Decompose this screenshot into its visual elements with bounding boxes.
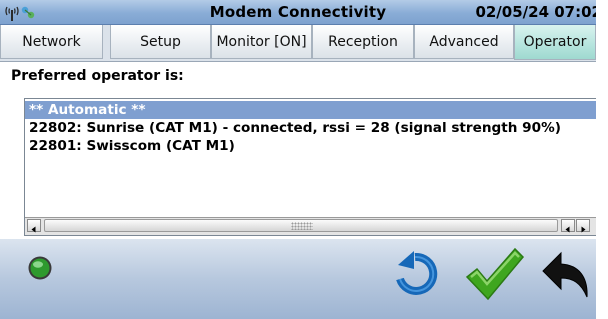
tab-operator[interactable]: Operator — [514, 25, 596, 60]
scroll-left-icon — [565, 226, 570, 233]
scroll-left-icon — [31, 226, 36, 233]
operator-item-sunrise[interactable]: 22802: Sunrise (CAT M1) - connected, rss… — [29, 119, 561, 137]
scroll-right-button[interactable] — [576, 219, 590, 233]
tab-setup[interactable]: Setup — [110, 25, 211, 59]
tab-reception[interactable]: Reception — [312, 25, 414, 59]
scroll-left-button-right[interactable] — [561, 219, 575, 233]
scroll-right-icon — [581, 226, 586, 233]
horizontal-scrollbar[interactable] — [25, 217, 596, 235]
checkmark-icon[interactable] — [463, 245, 525, 303]
tab-monitor[interactable]: Monitor [ON] — [211, 25, 312, 59]
title-bar: Modem Connectivity 02/05/24 07:02 — [0, 0, 596, 25]
tab-advanced[interactable]: Advanced — [414, 25, 514, 59]
tab-bar: Network Setup Monitor [ON] Reception Adv… — [0, 25, 596, 62]
bottom-toolbar — [0, 239, 596, 319]
status-led-icon — [28, 256, 52, 280]
scrollbar-thumb[interactable] — [44, 219, 558, 232]
operator-item-automatic[interactable]: ** Automatic ** — [25, 101, 596, 119]
operator-list[interactable]: ** Automatic ** 22802: Sunrise (CAT M1) … — [24, 98, 596, 236]
tab-network[interactable]: Network — [0, 25, 103, 59]
scrollbar-grip — [291, 222, 313, 230]
datetime-display: 02/05/24 07:02 — [475, 3, 596, 21]
preferred-operator-label: Preferred operator is: — [11, 68, 184, 84]
refresh-icon[interactable] — [392, 251, 438, 297]
scroll-left-button[interactable] — [27, 219, 41, 233]
modem-connectivity-screen: Modem Connectivity 02/05/24 07:02 Networ… — [0, 0, 596, 319]
back-arrow-icon[interactable] — [541, 251, 593, 299]
operator-item-swisscom[interactable]: 22801: Swisscom (CAT M1) — [29, 137, 235, 155]
